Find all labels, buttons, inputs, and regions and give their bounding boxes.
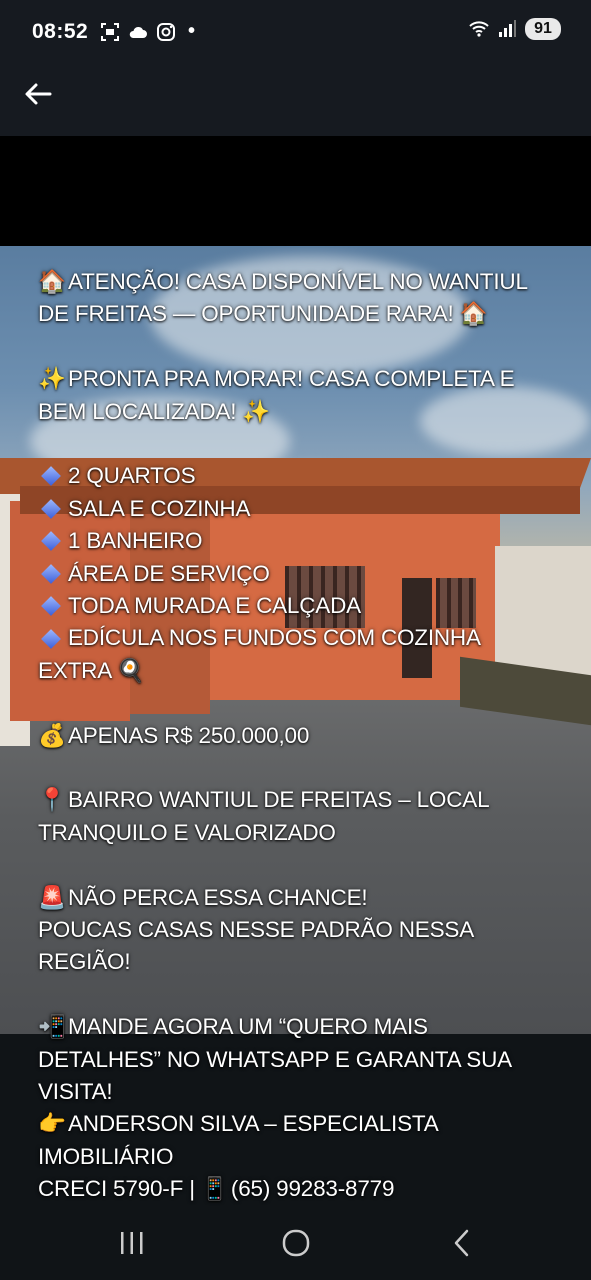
house-icon: 🏠 bbox=[459, 301, 488, 327]
feature-item: TODA MURADA E CALÇADA bbox=[38, 590, 558, 622]
screenshot-icon bbox=[101, 22, 119, 41]
location-line-1: 📍BAIRRO WANTIUL DE FREITAS – LOCAL bbox=[38, 784, 558, 816]
home-icon[interactable] bbox=[276, 1226, 316, 1260]
cta-line-1: 📲MANDE AGORA UM “QUERO MAIS bbox=[38, 1011, 558, 1043]
notification-dot: • bbox=[188, 20, 196, 42]
feature-item: ÁREA DE SERVIÇO bbox=[38, 558, 558, 590]
post-caption: 🏠ATENÇÃO! CASA DISPONÍVEL NO WANTIUL DE … bbox=[38, 266, 558, 1206]
status-left-icons: • bbox=[100, 20, 195, 43]
pointing-hand-icon: 👉 bbox=[38, 1111, 66, 1137]
instagram-icon bbox=[157, 22, 175, 41]
agent-line-2: IMOBILIÁRIO bbox=[38, 1143, 174, 1169]
siren-icon: 🚨 bbox=[38, 884, 66, 910]
price-line: 💰APENAS R$ 250.000,00 bbox=[38, 720, 558, 752]
chance-line-2: POUCAS CASAS NESSE PADRÃO NESSA bbox=[38, 917, 475, 943]
blue-diamond-icon bbox=[41, 628, 61, 649]
sparkles-icon: ✨ bbox=[38, 366, 66, 392]
media-letterbox-top bbox=[0, 136, 591, 246]
blue-diamond-icon bbox=[41, 498, 61, 519]
feature-item: EDÍCULA NOS FUNDOS COM COZINHA bbox=[38, 622, 558, 654]
app-bar bbox=[0, 64, 591, 136]
status-time: 08:52 bbox=[32, 20, 89, 43]
blue-diamond-icon bbox=[41, 466, 61, 487]
cta-line-3: VISITA! bbox=[38, 1079, 113, 1105]
feature-item: 2 QUARTOS bbox=[38, 460, 558, 492]
cloud-icon bbox=[129, 26, 147, 38]
status-right-icons: 91 bbox=[469, 18, 561, 40]
back-icon[interactable] bbox=[442, 1226, 482, 1260]
status-bar: 08:52 • 91 bbox=[0, 0, 591, 64]
chance-line-1: 🚨NÃO PERCA ESSA CHANCE! bbox=[38, 882, 558, 914]
cta-line-2: DETALHES” NO WHATSAPP E GARANTA SUA bbox=[38, 1046, 512, 1072]
blue-diamond-icon bbox=[41, 563, 61, 584]
contact-line: CRECI 5790-F | 📱(65) 99283-8779 bbox=[38, 1173, 558, 1205]
ready-line-1: ✨PRONTA PRA MORAR! CASA COMPLETA E bbox=[38, 363, 558, 395]
money-bag-icon: 💰 bbox=[38, 722, 66, 748]
cooking-icon: 🍳 bbox=[116, 657, 145, 683]
chance-line-3: REGIÃO! bbox=[38, 949, 131, 975]
headline-line-1: 🏠ATENÇÃO! CASA DISPONÍVEL NO WANTIUL bbox=[38, 266, 558, 298]
battery-indicator: 91 bbox=[525, 18, 561, 40]
location-line-2: TRANQUILO E VALORIZADO bbox=[38, 819, 336, 845]
blue-diamond-icon bbox=[41, 531, 61, 552]
pin-icon: 📍 bbox=[38, 787, 66, 813]
sparkles-icon: ✨ bbox=[242, 398, 271, 424]
agent-line-1: 👉ANDERSON SILVA – ESPECIALISTA bbox=[38, 1108, 558, 1140]
system-nav-bar bbox=[0, 1206, 591, 1280]
feature-item: SALA E COZINHA bbox=[38, 493, 558, 525]
feature-item-continued: EXTRA 🍳 bbox=[38, 655, 558, 687]
ready-line-2: BEM LOCALIZADA! ✨ bbox=[38, 396, 558, 428]
house-icon: 🏠 bbox=[38, 269, 66, 294]
recents-icon[interactable] bbox=[112, 1226, 152, 1260]
arrow-left-icon[interactable] bbox=[22, 78, 54, 110]
phone-arrow-icon: 📲 bbox=[38, 1014, 66, 1040]
mobile-phone-icon: 📱 bbox=[200, 1176, 229, 1202]
wifi-icon bbox=[469, 21, 489, 37]
signal-icon bbox=[499, 20, 516, 37]
blue-diamond-icon bbox=[41, 596, 61, 616]
feature-item: 1 BANHEIRO bbox=[38, 525, 558, 557]
headline-line-2: DE FREITAS — OPORTUNIDADE RARA! 🏠 bbox=[38, 298, 558, 330]
